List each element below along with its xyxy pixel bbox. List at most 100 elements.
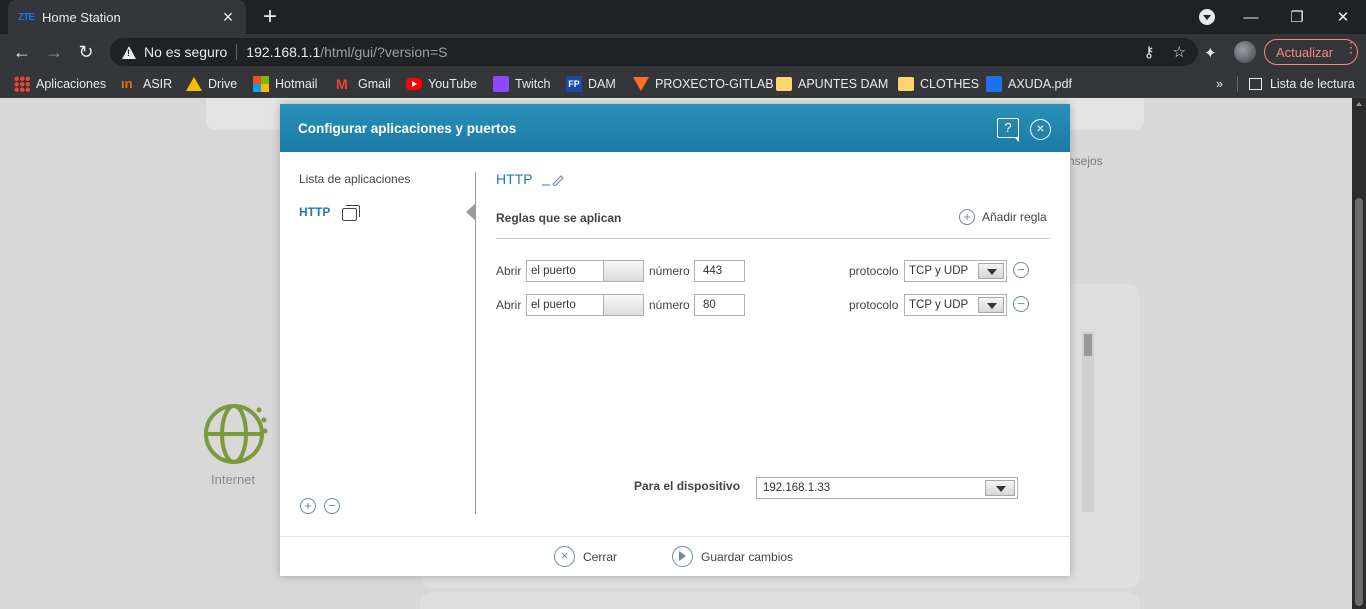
tab-search-icon[interactable]: [1199, 9, 1215, 25]
folder-icon: [898, 77, 914, 91]
bookmark-label: ASIR: [143, 77, 173, 91]
bookmark-axuda[interactable]: AXUDA.pdf: [986, 70, 1072, 98]
tab-close-icon[interactable]: ×: [220, 8, 236, 26]
menu-dots-icon[interactable]: ⋮: [1344, 40, 1358, 54]
device-label: Para el dispositivo: [634, 479, 741, 493]
configure-apps-ports-dialog: Configurar aplicaciones y puertos ? × Li…: [280, 104, 1070, 576]
bookmark-hotmail[interactable]: Hotmail: [253, 70, 317, 98]
reload-icon[interactable]: ↻: [74, 40, 98, 64]
fp-icon: FP: [566, 76, 582, 92]
folder-icon: [776, 77, 792, 91]
duplicate-icon[interactable]: [342, 205, 361, 221]
protocol-select[interactable]: TCP y UDP: [904, 260, 1007, 282]
bookmark-label: DAM: [588, 77, 616, 91]
address-bar[interactable]: No es seguro 192.168.1.1 /html/gui/?vers…: [110, 38, 1198, 66]
protocol-value: TCP y UDP: [909, 265, 969, 277]
device-value: 192.168.1.33: [763, 482, 831, 494]
dropdown-arrow-icon[interactable]: [978, 263, 1004, 279]
port-number-input[interactable]: 443: [694, 260, 745, 282]
key-icon[interactable]: ⚷: [1144, 43, 1155, 61]
port-type-toggle[interactable]: el puerto: [526, 294, 644, 316]
play-circle-icon: [672, 546, 693, 567]
page-scrollbar[interactable]: [1352, 98, 1366, 609]
bookmark-asir[interactable]: ın ASIR: [121, 70, 172, 98]
browser-tab[interactable]: ZTE Home Station ×: [8, 0, 246, 34]
url-path: /html/gui/?version=S: [320, 44, 448, 60]
reading-list-button[interactable]: Lista de lectura: [1270, 77, 1355, 91]
gmail-icon: M: [336, 76, 348, 92]
add-rule-button[interactable]: + Añadir regla: [959, 209, 1047, 225]
back-arrow-icon[interactable]: ←: [10, 40, 34, 64]
number-label: número: [649, 264, 690, 278]
device-select[interactable]: 192.168.1.33: [756, 477, 1018, 499]
extensions-puzzle-icon[interactable]: ✦: [1204, 44, 1217, 62]
bookmark-apuntes-dam[interactable]: APUNTES DAM: [776, 70, 888, 98]
bookmark-clothes[interactable]: CLOTHES: [898, 70, 979, 98]
new-tab-button[interactable]: +: [258, 4, 282, 30]
dialog-title: Configurar aplicaciones y puertos: [298, 120, 517, 136]
bookmark-label: AXUDA.pdf: [1008, 77, 1072, 91]
close-button[interactable]: × Cerrar: [554, 546, 617, 567]
apps-grid-icon: [14, 76, 30, 92]
tab-strip: ZTE Home Station × + — ❐ ✕: [0, 0, 1366, 34]
toggle-switch[interactable]: [603, 295, 643, 315]
zte-favicon-icon: ZTE: [18, 11, 35, 23]
minimize-icon[interactable]: —: [1228, 9, 1274, 26]
selection-pointer-icon: [466, 203, 476, 221]
microsoft-icon: [253, 76, 269, 92]
bookmark-dam[interactable]: FP DAM: [566, 70, 616, 98]
bookmark-aplicaciones[interactable]: Aplicaciones: [14, 70, 106, 98]
remove-rule-button[interactable]: −: [1013, 296, 1029, 312]
dropdown-arrow-icon[interactable]: [985, 480, 1015, 496]
application-list-item[interactable]: HTTP: [299, 205, 361, 221]
bookmark-label: PROXECTO-GITLAB: [655, 77, 774, 91]
port-number-input[interactable]: 80: [694, 294, 745, 316]
close-dialog-icon[interactable]: ×: [1030, 119, 1051, 140]
bookmark-twitch[interactable]: Twitch: [493, 70, 550, 98]
add-application-button[interactable]: +: [300, 498, 316, 514]
bookmark-gmail[interactable]: M Gmail: [336, 70, 391, 98]
dialog-footer: × Cerrar Guardar cambios: [280, 536, 1070, 576]
bookmark-youtube[interactable]: YouTube: [406, 70, 477, 98]
background-card: [420, 592, 1140, 609]
bookmarks-separator: [1236, 76, 1238, 92]
update-label: Actualizar: [1276, 44, 1334, 60]
update-button[interactable]: Actualizar ⋮: [1264, 39, 1358, 65]
asir-icon: ın: [121, 76, 133, 91]
scrollbar-thumb[interactable]: [1355, 198, 1363, 606]
warning-icon: [122, 45, 136, 59]
background-slider: [1082, 332, 1094, 512]
plus-circle-icon: +: [959, 209, 975, 225]
protocol-select[interactable]: TCP y UDP: [904, 294, 1007, 316]
toggle-switch[interactable]: [603, 261, 643, 281]
omnibox-separator: [236, 44, 238, 60]
close-window-icon[interactable]: ✕: [1320, 8, 1366, 26]
restore-icon[interactable]: ❐: [1274, 8, 1320, 26]
forward-arrow-icon[interactable]: →: [42, 40, 66, 64]
profile-avatar[interactable]: [1234, 41, 1256, 63]
bookmark-gitlab[interactable]: PROXECTO-GITLAB: [633, 70, 774, 98]
bookmark-label: APUNTES DAM: [798, 77, 889, 91]
dropdown-arrow-icon[interactable]: [978, 297, 1004, 313]
open-label: Abrir: [496, 298, 522, 312]
close-label: Cerrar: [583, 549, 618, 564]
save-changes-button[interactable]: Guardar cambios: [672, 546, 793, 567]
bookmarks-right: » Lista de lectura: [1216, 70, 1355, 98]
save-label: Guardar cambios: [701, 549, 794, 564]
port-type-value: el puerto: [531, 299, 576, 311]
close-circle-icon: ×: [554, 546, 575, 567]
port-type-toggle[interactable]: el puerto: [526, 260, 644, 282]
edit-pencil-icon[interactable]: [542, 174, 564, 186]
bookmark-label: CLOTHES: [920, 77, 980, 91]
application-name: HTTP: [299, 205, 331, 219]
remove-application-button[interactable]: −: [324, 498, 340, 514]
help-icon[interactable]: ?: [997, 118, 1019, 142]
star-icon[interactable]: ☆: [1173, 43, 1186, 61]
application-list-title: Lista de aplicaciones: [299, 172, 411, 186]
bookmark-label: YouTube: [428, 77, 478, 91]
bookmark-drive[interactable]: Drive: [186, 70, 237, 98]
more-bookmarks-chevron-icon[interactable]: »: [1216, 77, 1223, 91]
bookmark-label: Drive: [208, 77, 238, 91]
scroll-up-arrow-icon[interactable]: [1356, 102, 1362, 106]
remove-rule-button[interactable]: −: [1013, 262, 1029, 278]
